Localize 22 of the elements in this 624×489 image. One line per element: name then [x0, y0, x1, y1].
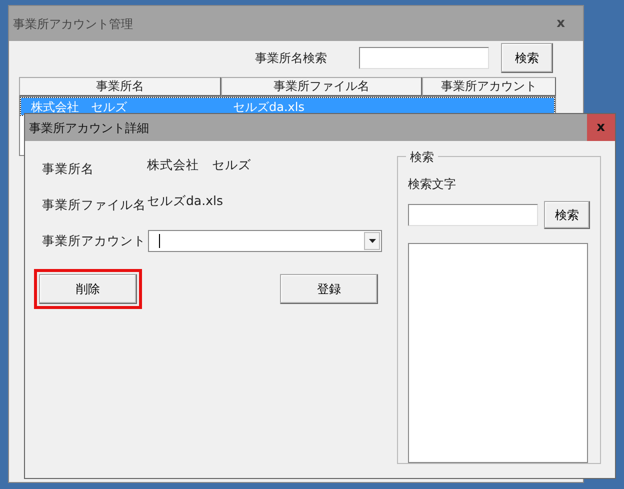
result-list[interactable] [408, 243, 588, 463]
search-field[interactable] [359, 47, 489, 69]
field-label: 事業所アカウント [42, 232, 147, 250]
column-header[interactable]: 事業所アカウント [422, 77, 556, 96]
group-legend: 検索 [406, 148, 438, 166]
column-header[interactable]: 事業所名 [19, 77, 221, 96]
field-label: 事業所ファイル名 [42, 196, 147, 214]
search-button[interactable]: 検索 [501, 43, 553, 73]
action-button[interactable]: 登録 [280, 274, 378, 304]
column-header[interactable]: 事業所ファイル名 [221, 77, 422, 96]
action-button[interactable]: 削除 [39, 274, 137, 304]
search-text-label: 検索文字 [408, 176, 457, 193]
search-field[interactable] [408, 204, 538, 226]
field-value: セルズda.xls [147, 192, 223, 210]
field-value: 株式会社 セルズ [147, 156, 251, 174]
search-label: 事業所名検索 [255, 50, 327, 67]
search-button[interactable]: 検索 [544, 201, 590, 229]
window-title: 事業所アカウント管理 [13, 16, 133, 32]
field-label: 事業所名 [42, 160, 95, 178]
dialog-title: 事業所アカウント詳細 [29, 120, 149, 136]
close-button[interactable]: x [546, 6, 575, 41]
close-button[interactable]: x [586, 114, 615, 141]
